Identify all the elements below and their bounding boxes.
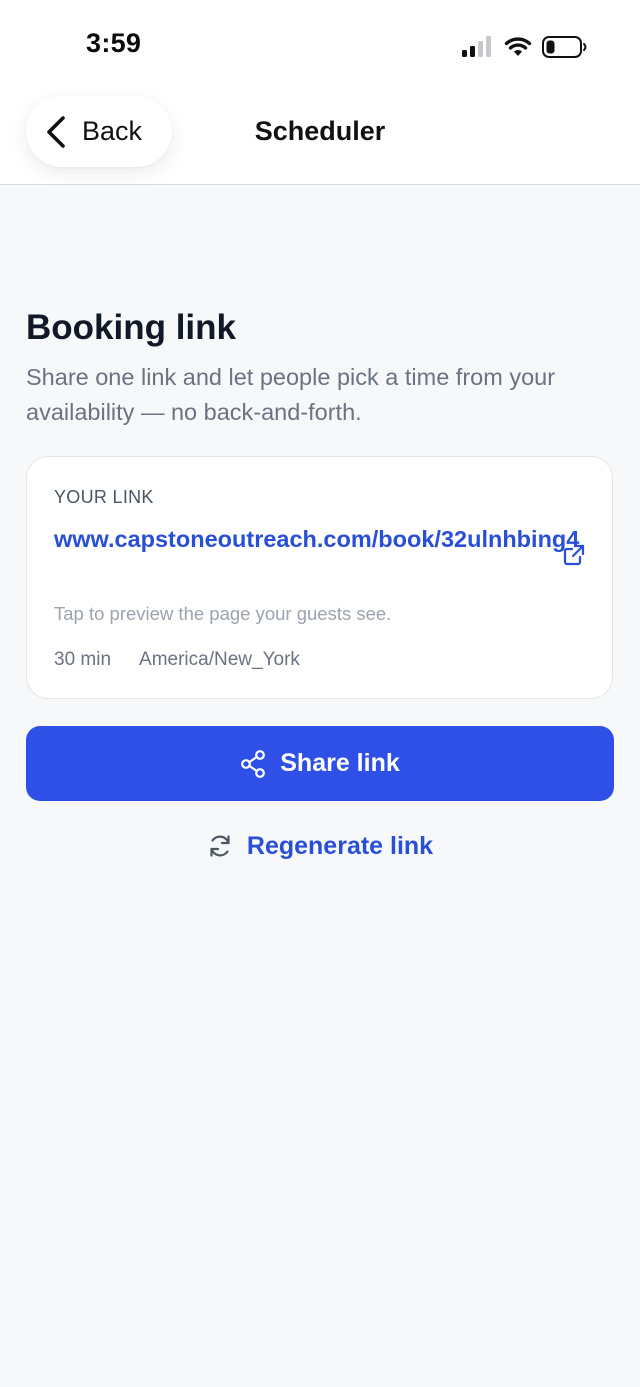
share-icon xyxy=(241,749,266,778)
status-time: 3:59 xyxy=(86,28,142,58)
regenerate-link-label: Regenerate link xyxy=(246,831,434,860)
cellular-signal-icon xyxy=(462,36,491,57)
duration-value: 30 min xyxy=(54,649,112,670)
refresh-icon xyxy=(210,835,230,857)
your-link-label: YOUR LINK xyxy=(54,487,154,507)
status-bar: 3:59 xyxy=(0,0,640,92)
share-link-button[interactable]: Share link xyxy=(26,726,614,801)
timezone-value: America/New_York xyxy=(139,649,300,670)
navigation-bar: Back Scheduler xyxy=(0,92,640,185)
booking-link-card[interactable]: YOUR LINK www.capstoneoutreach.com/book/… xyxy=(26,456,613,699)
preview-hint: Tap to preview the page your guests see. xyxy=(54,603,392,624)
regenerate-link-button[interactable]: Regenerate link xyxy=(0,826,640,866)
share-link-label: Share link xyxy=(280,749,400,777)
section-description: Share one link and let people pick a tim… xyxy=(26,364,556,425)
booking-url-link[interactable]: www.capstoneoutreach.com/book/32ulnhbing… xyxy=(54,521,579,557)
page-title: Scheduler xyxy=(254,116,386,146)
battery-icon xyxy=(542,36,587,58)
external-link-icon[interactable] xyxy=(562,543,586,567)
wifi-icon xyxy=(504,37,532,56)
status-icons xyxy=(462,34,588,60)
booking-meta: 30 min America/New_York xyxy=(54,649,300,671)
section-heading: Booking link xyxy=(26,308,236,347)
